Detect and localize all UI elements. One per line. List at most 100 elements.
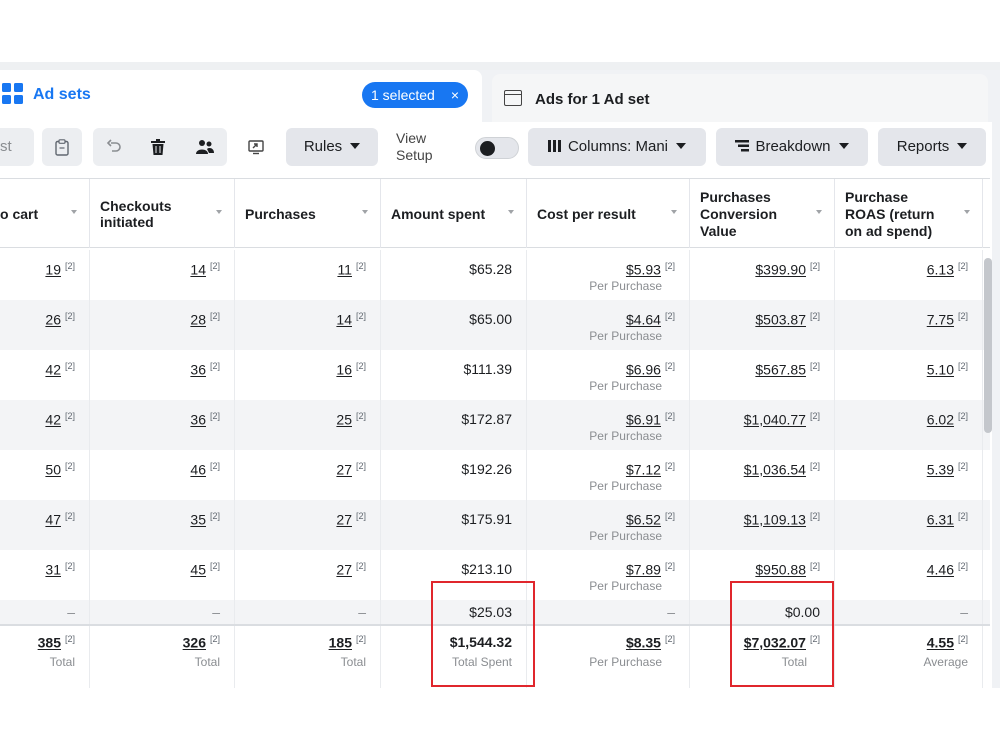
sort-icon[interactable] [216, 210, 222, 214]
test-button[interactable]: st [0, 128, 34, 166]
tab-ad-sets[interactable]: Ad sets 1 selected × [0, 70, 482, 122]
roas-value-link[interactable]: 5.39 [2] [927, 461, 968, 478]
roas-value-link[interactable]: 7.75 [2] [927, 311, 968, 328]
cell-spent: $192.26 [381, 450, 527, 500]
column-header-conversion-value[interactable]: Purchases Conversion Value [690, 179, 835, 248]
purchases-value-link[interactable]: 14 [2] [336, 311, 366, 328]
column-header-purchases[interactable]: Purchases [235, 179, 381, 248]
cost-value-link[interactable]: $6.52 [2] [626, 511, 675, 528]
cost-subtext: Per Purchase [589, 579, 662, 593]
view-setup-toggle[interactable] [475, 137, 519, 159]
cart-value-link[interactable]: 19 [2] [45, 261, 75, 278]
cost-value-link[interactable]: $7.12 [2] [626, 461, 675, 478]
table-row[interactable]: 47 [2] 35 [2] 27 [2] $175.91 $6.52 [2] Per Purcha… [0, 500, 990, 550]
purchases-value-link[interactable]: 25 [2] [336, 411, 366, 428]
roas-value-link[interactable]: 5.10 [2] [927, 361, 968, 378]
cell-checkouts: – [90, 600, 235, 624]
roas-value-link[interactable]: 4.46 [2] [927, 561, 968, 578]
roas-value-link[interactable]: 6.31 [2] [927, 511, 968, 528]
empty-value: – [212, 604, 220, 620]
cart-value-link[interactable]: 50 [2] [45, 461, 75, 478]
cell-checkouts: 36 [2] [90, 350, 235, 400]
table-row[interactable]: 26 [2] 28 [2] 14 [2] $65.00 $4.64 [2] Per Purchas… [0, 300, 990, 350]
checkouts-value-link[interactable]: 14 [2] [190, 261, 220, 278]
purchases-value-link[interactable]: 16 [2] [336, 361, 366, 378]
value-value-link[interactable]: $567.85 [2] [755, 361, 820, 378]
breakdown-dropdown[interactable]: Breakdown [716, 128, 868, 166]
undo-icon[interactable] [106, 139, 122, 155]
rules-dropdown[interactable]: Rules [286, 128, 378, 166]
roas-value-link[interactable]: 6.02 [2] [927, 411, 968, 428]
total-cart-value[interactable]: 385 [2] [38, 634, 75, 651]
purchases-value-link[interactable]: 27 [2] [336, 511, 366, 528]
cost-value-link[interactable]: $6.96 [2] [626, 361, 675, 378]
sort-icon[interactable] [816, 210, 822, 214]
total-cost-value[interactable]: $8.35 [2] [626, 634, 675, 651]
cost-value-link[interactable]: $5.93 [2] [626, 261, 675, 278]
tab-ads[interactable]: Ads for 1 Ad set [492, 74, 988, 122]
cell-value: $1,040.77 [2] [690, 400, 835, 450]
purchases-value-link[interactable]: 27 [2] [336, 461, 366, 478]
total-cost: $8.35 [2] Per Purchase [527, 626, 690, 688]
clipboard-button[interactable] [42, 128, 82, 166]
cost-value-link[interactable]: $6.91 [2] [626, 411, 675, 428]
sort-icon[interactable] [964, 210, 970, 214]
cart-value-link[interactable]: 31 [2] [45, 561, 75, 578]
users-icon[interactable] [196, 139, 214, 155]
cell-cost: – [527, 600, 690, 624]
purchases-value-link[interactable]: 11 [2] [337, 261, 366, 278]
cart-value-link[interactable]: 47 [2] [45, 511, 75, 528]
cart-value-link[interactable]: 42 [2] [45, 361, 75, 378]
selected-pill[interactable]: 1 selected × [362, 82, 468, 108]
value-value-link[interactable]: $1,040.77 [2] [744, 411, 820, 428]
sort-icon[interactable] [671, 210, 677, 214]
value-value-link[interactable]: $1,109.13 [2] [744, 511, 820, 528]
export-button[interactable] [236, 128, 276, 166]
total-purchases: 185 [2] Total [235, 626, 381, 688]
cost-value-link[interactable]: $4.64 [2] [626, 311, 675, 328]
table-row[interactable]: 19 [2] 14 [2] 11 [2] $65.28 $5.93 [2] Per Purchas… [0, 250, 990, 300]
cell-cost: $4.64 [2] Per Purchase [527, 300, 690, 350]
vertical-scrollbar[interactable] [984, 258, 992, 433]
view-setup-line2: Setup [396, 147, 433, 163]
column-header-adds-to-cart[interactable]: o cart [0, 179, 90, 248]
value-value-link[interactable]: $503.87 [2] [755, 311, 820, 328]
selected-count-label: 1 selected [371, 87, 435, 103]
checkouts-value-link[interactable]: 28 [2] [190, 311, 220, 328]
right-edge [992, 122, 1000, 688]
column-header-amount-spent[interactable]: Amount spent [381, 179, 527, 248]
roas-value-link[interactable]: 6.13 [2] [927, 261, 968, 278]
columns-dropdown[interactable]: Columns: Mani [528, 128, 706, 166]
cart-value-link[interactable]: 26 [2] [45, 311, 75, 328]
value-value-link[interactable]: $950.88 [2] [755, 561, 820, 578]
total-purchases-value[interactable]: 185 [2] [329, 634, 366, 651]
checkouts-value-link[interactable]: 45 [2] [190, 561, 220, 578]
checkouts-value-link[interactable]: 46 [2] [190, 461, 220, 478]
column-header-roas[interactable]: Purchase ROAS (return on ad spend) [835, 179, 983, 248]
cell-spent: $172.87 [381, 400, 527, 450]
checkouts-value-link[interactable]: 36 [2] [190, 361, 220, 378]
total-checkouts-value[interactable]: 326 [2] [183, 634, 220, 651]
cell-purchases: 25 [2] [235, 400, 381, 450]
trash-icon[interactable] [151, 139, 165, 155]
value-value-link[interactable]: $1,036.54 [2] [744, 461, 820, 478]
clear-selection-icon[interactable]: × [451, 82, 459, 108]
total-roas-value[interactable]: 4.55 [2] [927, 634, 968, 651]
purchases-value-link[interactable]: 27 [2] [336, 561, 366, 578]
checkouts-value-link[interactable]: 35 [2] [190, 511, 220, 528]
cost-value-link[interactable]: $7.89 [2] [626, 561, 675, 578]
rules-label: Rules [303, 138, 343, 155]
cell-checkouts: 45 [2] [90, 550, 235, 600]
value-value-link[interactable]: $399.90 [2] [755, 261, 820, 278]
column-header-checkouts[interactable]: Checkouts initiated [90, 179, 235, 248]
sort-icon[interactable] [71, 210, 77, 214]
table-row[interactable]: 50 [2] 46 [2] 27 [2] $192.26 $7.12 [2] Per Purcha… [0, 450, 990, 500]
table-row[interactable]: 42 [2] 36 [2] 25 [2] $172.87 $6.91 [2] Per Purcha… [0, 400, 990, 450]
sort-icon[interactable] [508, 210, 514, 214]
reports-dropdown[interactable]: Reports [878, 128, 986, 166]
cart-value-link[interactable]: 42 [2] [45, 411, 75, 428]
sort-icon[interactable] [362, 210, 368, 214]
column-header-cost-per-result[interactable]: Cost per result [527, 179, 690, 248]
checkouts-value-link[interactable]: 36 [2] [190, 411, 220, 428]
table-row[interactable]: 42 [2] 36 [2] 16 [2] $111.39 $6.96 [2] Per Purcha… [0, 350, 990, 400]
